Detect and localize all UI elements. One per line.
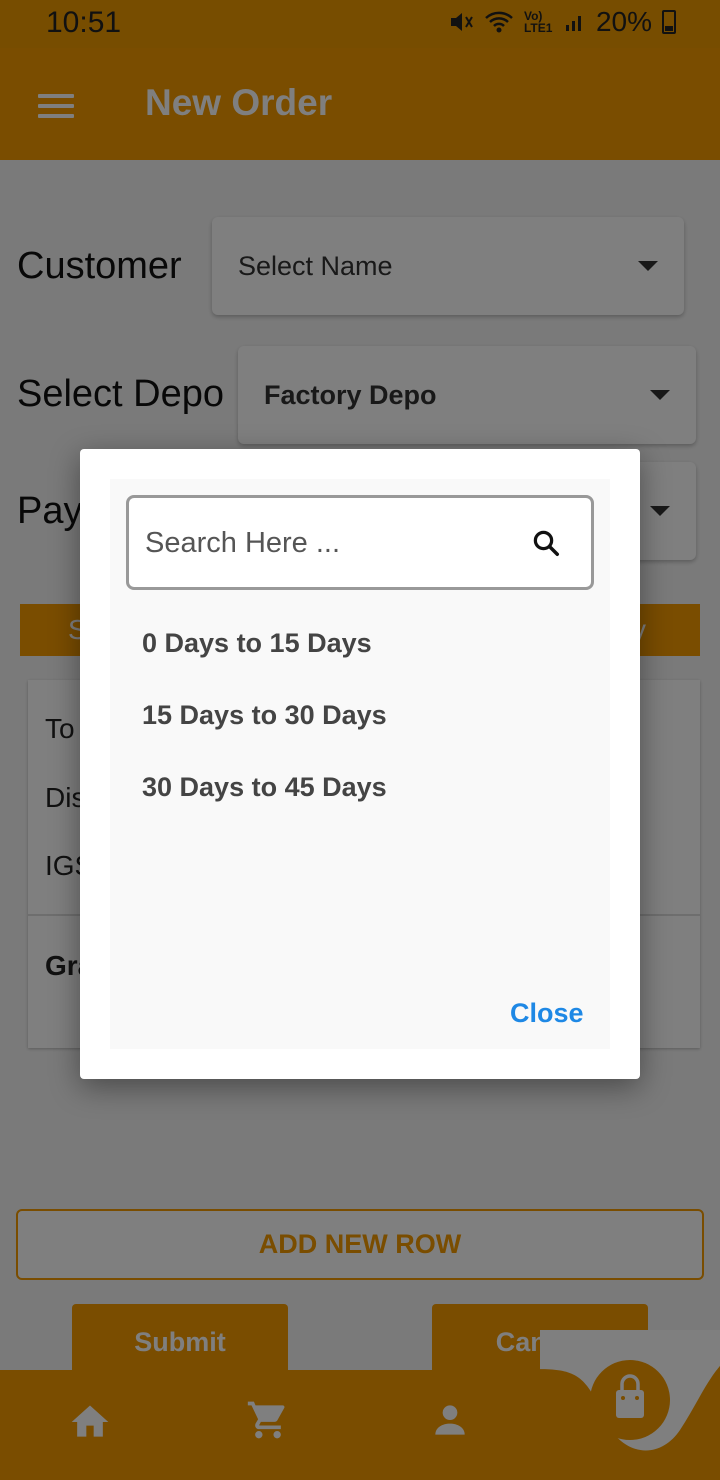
option-item[interactable]: 15 Days to 30 Days xyxy=(142,700,387,731)
search-icon[interactable] xyxy=(531,528,561,558)
search-input[interactable] xyxy=(143,498,517,589)
option-item[interactable]: 0 Days to 15 Days xyxy=(142,628,372,659)
close-button[interactable]: Close xyxy=(510,998,584,1029)
option-item[interactable]: 30 Days to 45 Days xyxy=(142,772,387,803)
search-box xyxy=(126,495,594,590)
